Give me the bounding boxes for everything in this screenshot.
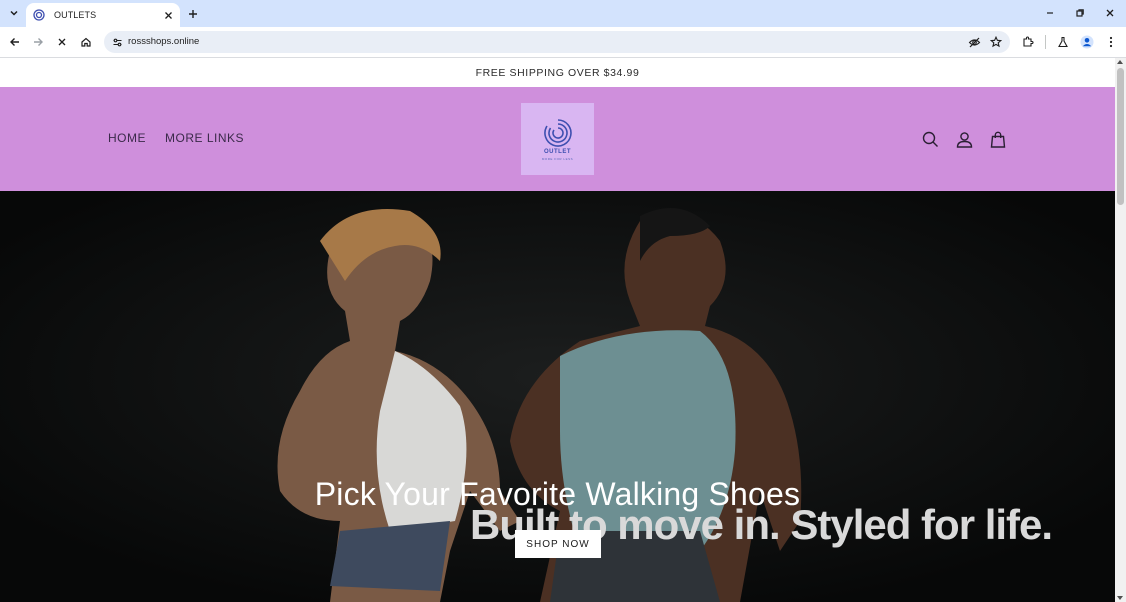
restore-icon[interactable] xyxy=(1070,4,1090,22)
nav-link-more-links[interactable]: MORE LINKS xyxy=(165,131,244,145)
scroll-down-arrow-icon[interactable] xyxy=(1117,596,1123,600)
page-scrollbar[interactable] xyxy=(1115,58,1126,602)
toolbar-separator xyxy=(1045,35,1046,49)
close-window-icon[interactable] xyxy=(1100,4,1120,22)
kebab-menu-icon[interactable] xyxy=(1101,32,1121,52)
user-icon[interactable] xyxy=(955,130,973,148)
tab-title: OUTLETS xyxy=(54,10,97,20)
browser-tab-bar: OUTLETS xyxy=(0,0,1126,27)
browser-tab[interactable]: OUTLETS xyxy=(26,3,180,27)
site-header: HOME MORE LINKS OUTLET MORE FOR LESS xyxy=(0,87,1115,191)
minimize-icon[interactable] xyxy=(1040,4,1060,22)
hero-heading: Pick Your Favorite Walking Shoes xyxy=(314,476,801,512)
nav-link-home[interactable]: HOME xyxy=(108,131,146,145)
browser-toolbar: rossshops.online xyxy=(0,27,1126,57)
url-text[interactable]: rossshops.online xyxy=(128,36,199,47)
scroll-up-arrow-icon[interactable] xyxy=(1117,60,1123,64)
search-icon[interactable] xyxy=(921,130,939,148)
stop-loading-icon[interactable] xyxy=(52,32,72,52)
site-logo[interactable]: OUTLET MORE FOR LESS xyxy=(521,103,594,175)
puzzle-icon[interactable] xyxy=(1018,32,1038,52)
forward-arrow-icon[interactable] xyxy=(28,32,48,52)
outlet-logo-icon xyxy=(543,118,572,147)
announcement-bar: FREE SHIPPING OVER $34.99 xyxy=(0,58,1115,87)
logo-tagline: MORE FOR LESS xyxy=(541,156,574,161)
close-tab-icon[interactable] xyxy=(160,7,176,23)
new-tab-button[interactable] xyxy=(184,5,202,23)
scrollbar-thumb[interactable] xyxy=(1117,68,1124,205)
tune-icon[interactable] xyxy=(109,34,125,50)
page-viewport: FREE SHIPPING OVER $34.99 HOME MORE LINK… xyxy=(0,58,1115,602)
address-bar[interactable]: rossshops.online xyxy=(104,31,1010,53)
profile-icon[interactable] xyxy=(1077,32,1097,52)
shopping-bag-icon[interactable] xyxy=(989,130,1007,148)
logo-name: OUTLET xyxy=(544,148,571,155)
back-arrow-icon[interactable] xyxy=(5,32,25,52)
home-icon[interactable] xyxy=(76,32,96,52)
star-icon[interactable] xyxy=(988,34,1004,50)
outlet-favicon-icon xyxy=(32,8,46,22)
chevron-down-icon[interactable] xyxy=(4,4,24,22)
eye-off-icon[interactable] xyxy=(966,34,982,50)
shop-now-button[interactable]: SHOP NOW xyxy=(515,530,601,558)
hero-banner: Built to move in. Styled for life. Pick … xyxy=(0,191,1115,602)
flask-icon[interactable] xyxy=(1053,32,1073,52)
